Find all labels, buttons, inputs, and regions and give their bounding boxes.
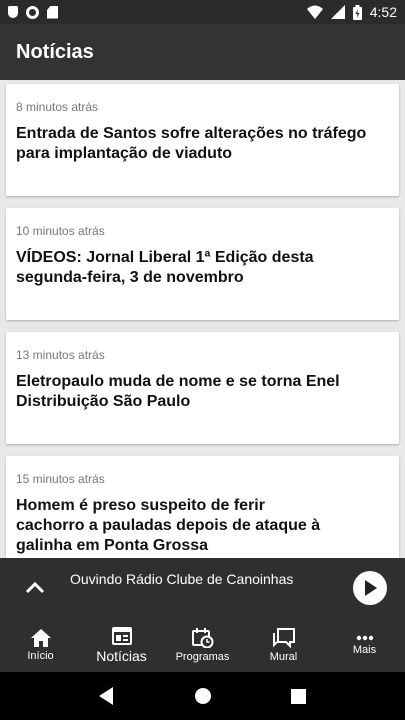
player-label: Ouvindo Rádio Clube de Canoinhas bbox=[70, 571, 294, 587]
play-icon bbox=[365, 580, 377, 596]
wifi-icon bbox=[306, 5, 323, 19]
nav-item-mural[interactable]: Mural bbox=[243, 618, 324, 672]
nav-item-noticias[interactable]: Notícias bbox=[81, 618, 162, 672]
recents-icon[interactable] bbox=[290, 688, 306, 704]
news-card[interactable]: 8 minutos atrás Entrada de Santos sofre … bbox=[6, 84, 399, 196]
app-bar: Notícias bbox=[0, 24, 405, 80]
expand-player-button[interactable] bbox=[0, 558, 70, 618]
play-button[interactable] bbox=[353, 571, 387, 605]
page-title: Notícias bbox=[16, 40, 94, 63]
shield-icon bbox=[8, 6, 18, 18]
home-button-icon[interactable] bbox=[194, 687, 212, 705]
status-bar: 4:52 bbox=[0, 0, 405, 24]
news-time: 8 minutos atrás bbox=[16, 100, 99, 114]
news-time: 10 minutos atrás bbox=[16, 224, 105, 238]
signal-icon bbox=[330, 5, 345, 19]
record-icon bbox=[26, 5, 39, 19]
bottom-nav: Início Notícias Programas Mural Mais bbox=[0, 618, 405, 672]
news-title: Eletropaulo muda de nome e se torna Enel… bbox=[16, 373, 340, 410]
news-card[interactable]: 10 minutos atrás VÍDEOS: Jornal Liberal … bbox=[6, 208, 399, 320]
nav-label: Mais bbox=[352, 643, 377, 656]
chevron-up-icon bbox=[25, 582, 45, 594]
back-icon[interactable] bbox=[99, 687, 115, 705]
news-feed[interactable]: 8 minutos atrás Entrada de Santos sofre … bbox=[0, 80, 405, 558]
news-title: VÍDEOS: Jornal Liberal 1ª Edição desta s… bbox=[16, 249, 314, 286]
home-icon bbox=[30, 628, 51, 647]
news-title: Homem é preso suspeito de ferir cachorro… bbox=[16, 497, 321, 554]
radio-player: Ouvindo Rádio Clube de Canoinhas bbox=[0, 558, 405, 618]
news-time: 13 minutos atrás bbox=[16, 348, 105, 362]
news-time: 15 minutos atrás bbox=[16, 472, 105, 486]
nav-item-inicio[interactable]: Início bbox=[0, 618, 81, 672]
status-time: 4:52 bbox=[369, 4, 397, 20]
nav-label: Mural bbox=[269, 650, 298, 663]
system-nav-bar bbox=[0, 672, 405, 720]
battery-icon bbox=[352, 4, 362, 20]
nav-item-programas[interactable]: Programas bbox=[162, 618, 243, 672]
nav-item-mais[interactable]: Mais bbox=[324, 618, 405, 672]
schedule-icon bbox=[191, 627, 213, 648]
more-icon bbox=[356, 635, 373, 640]
news-card[interactable]: 15 minutos atrás Homem é preso suspeito … bbox=[6, 456, 399, 558]
nav-label: Notícias bbox=[96, 647, 147, 664]
news-icon bbox=[111, 626, 132, 645]
nav-label: Programas bbox=[175, 650, 230, 663]
nav-label: Início bbox=[27, 649, 54, 662]
news-card[interactable]: 13 minutos atrás Eletropaulo muda de nom… bbox=[6, 332, 399, 444]
chat-icon bbox=[272, 627, 295, 648]
sd-card-icon bbox=[47, 5, 58, 19]
news-title: Entrada de Santos sofre alterações no tr… bbox=[16, 125, 367, 162]
